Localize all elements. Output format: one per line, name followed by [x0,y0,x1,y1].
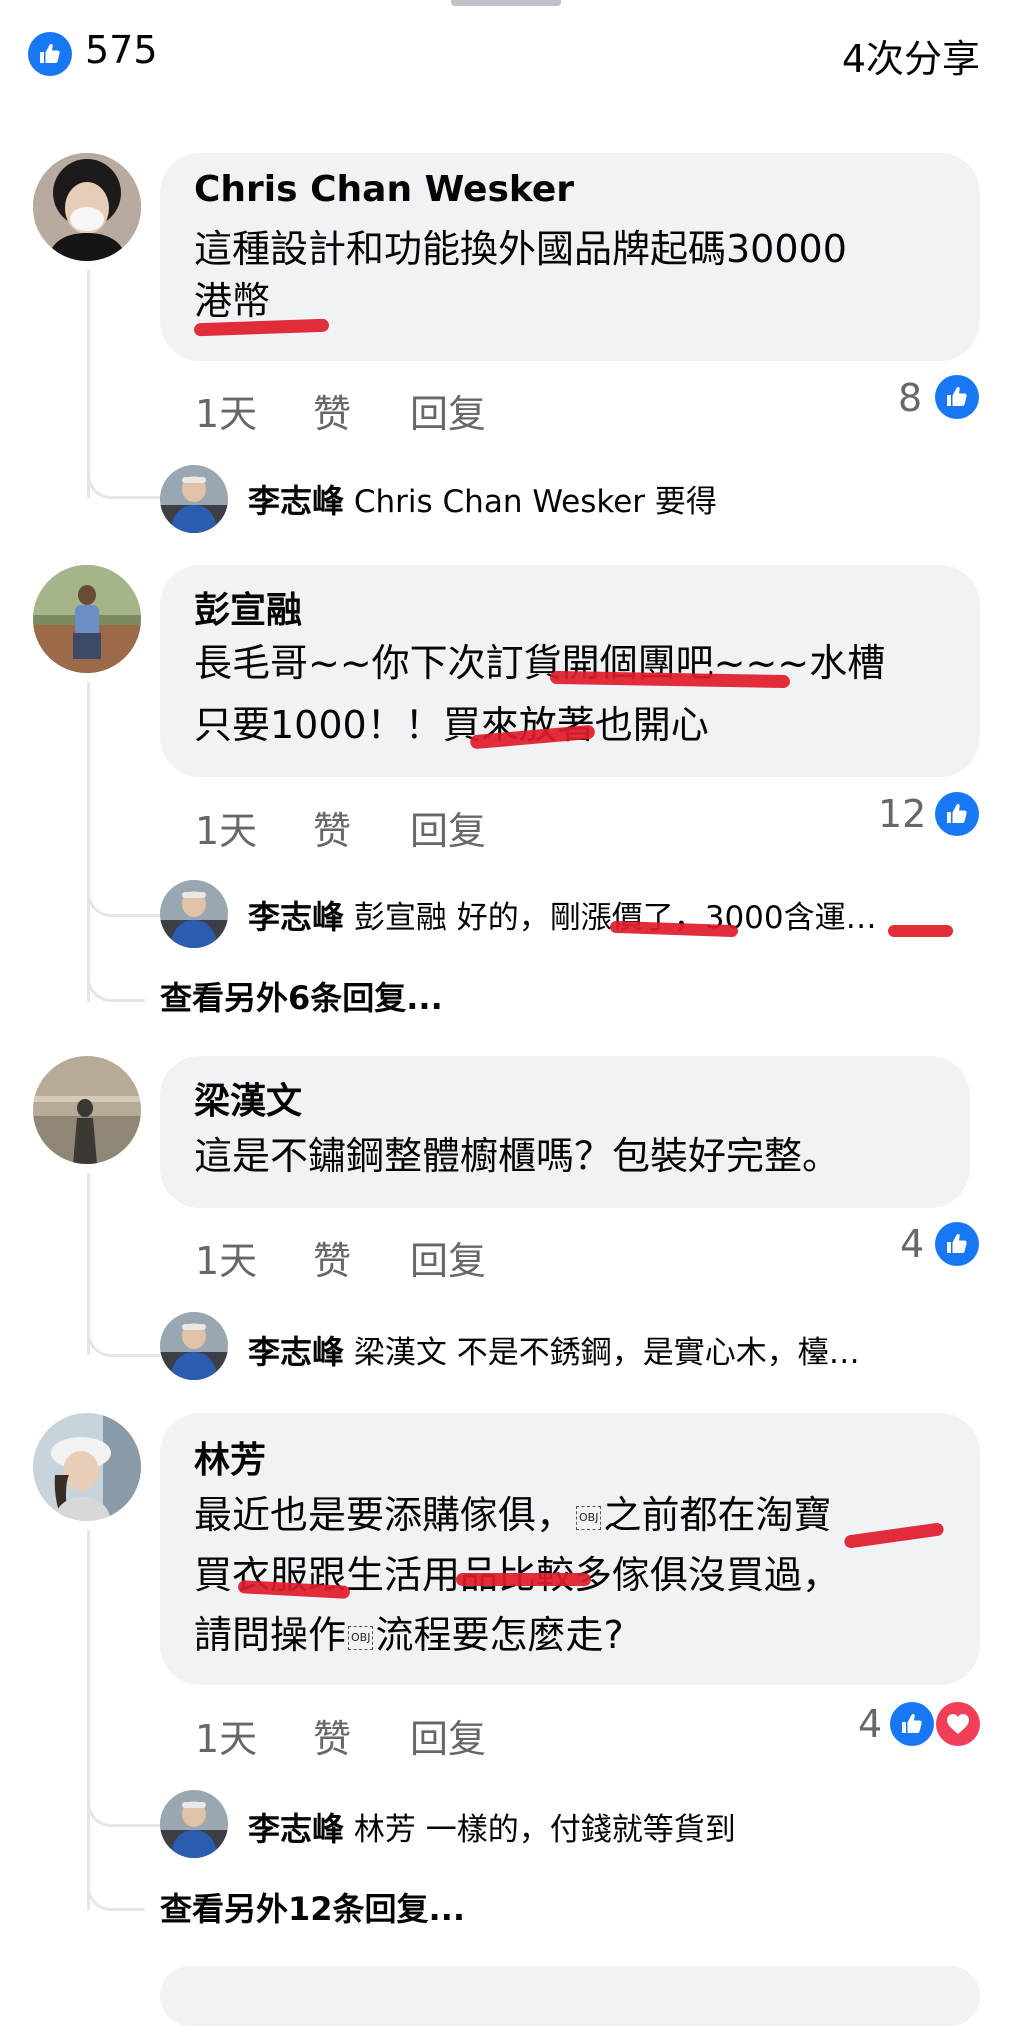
reply-preview[interactable]: 李志峰 林芳 一樣的，付錢就等貨到 [248,1804,736,1850]
comment-bubble[interactable]: 梁漢文 這是不鏽鋼整體櫥櫃嗎？包裝好完整。 [160,1056,970,1208]
avatar[interactable] [160,880,228,948]
redaction-mark [456,1573,591,1586]
comment-author[interactable]: Chris Chan Wesker [194,169,574,210]
comment-text-line: 這種設計和功能換外國品牌起碼30000 [194,227,847,271]
reply-button[interactable]: 回复 [410,800,486,855]
obj-placeholder: OBJ [576,1505,602,1530]
redaction-mark [888,925,953,937]
reply-author[interactable]: 李志峰 [248,1810,344,1848]
comment-like-count[interactable]: 4 [858,1702,882,1746]
comment-time: 1天 [195,392,258,436]
reply-preview[interactable]: 李志峰 Chris Chan Wesker 要得 [248,476,717,522]
reaction-like-icon [28,32,72,80]
comment-text-line: 這是不鏽鋼整體櫥櫃嗎？包裝好完整。 [194,1134,841,1178]
reply-author[interactable]: 李志峰 [248,1333,344,1371]
thread-line [87,682,90,1002]
comment-time: 1天 [195,1239,258,1283]
share-count[interactable]: 4次分享 [842,28,980,83]
reply-button[interactable]: 回复 [410,1708,486,1763]
like-button[interactable]: 赞 [313,1708,351,1763]
like-button[interactable]: 赞 [313,1230,351,1285]
comment-bubble[interactable]: 彭宣融 長毛哥~~你下次訂貨開個團吧~~~水槽 只要1000！！買來放著也開心 [160,565,980,777]
avatar[interactable] [160,1312,228,1380]
reply-connector [87,880,160,917]
like-button[interactable]: 赞 [313,800,351,855]
sheet-grabber[interactable] [451,0,561,6]
like-button[interactable]: 赞 [313,383,351,438]
comment-time: 1天 [195,809,258,853]
reply-text: 林芳 一樣的，付錢就等貨到 [353,1812,736,1848]
reply-preview[interactable]: 李志峰 彭宣融 好的，剛漲價了，3000含運… [248,892,877,938]
like-icon [935,1222,979,1270]
comment-text-line: 港幣 [194,279,271,323]
comment-text-line: 只要1000！！買來放著也開心 [194,703,709,747]
thread-line [87,1530,90,1910]
like-icon [28,32,72,76]
more-replies-connector [87,965,145,1002]
comment-author[interactable]: 梁漢文 [194,1072,302,1124]
obj-placeholder: OBJ [348,1625,374,1650]
comment-time: 1天 [195,1717,258,1761]
comment-author[interactable]: 彭宣融 [194,581,302,633]
next-comment-bubble[interactable] [160,1966,980,2026]
like-icon [935,792,979,840]
like-icon [935,375,979,423]
avatar[interactable] [160,1790,228,1858]
reply-text: Chris Chan Wesker 要得 [353,484,717,520]
heart-icon [936,1702,980,1750]
reply-text: 梁漢文 不是不銹鋼，是實心木，檯… [353,1335,860,1371]
reply-button[interactable]: 回复 [410,383,486,438]
avatar[interactable] [33,1056,141,1164]
reply-connector [87,1790,160,1827]
comment-like-count[interactable]: 8 [898,376,922,420]
reply-button[interactable]: 回复 [410,1230,486,1285]
comment-bubble[interactable]: Chris Chan Wesker 這種設計和功能換外國品牌起碼30000 港幣 [160,153,980,361]
comment-text-line: 最近也是要添購傢俱， OBJ 之前都在淘寶 [194,1493,832,1537]
comment-author[interactable]: 林芳 [194,1431,266,1483]
comment-like-count[interactable]: 4 [900,1222,924,1266]
comment-text-line: 請問操作 OBJ 流程要怎麼走? [194,1613,624,1657]
reaction-count[interactable]: 575 [85,28,158,72]
reply-author[interactable]: 李志峰 [248,482,344,520]
avatar[interactable] [160,465,228,533]
like-icon [890,1702,934,1750]
avatar[interactable] [33,1413,141,1521]
view-more-replies[interactable]: 查看另外12条回复... [160,1884,465,1930]
avatar[interactable] [33,565,141,673]
redaction-mark [843,1522,945,1549]
more-replies-connector [87,1874,145,1911]
comment-like-count[interactable]: 12 [878,792,926,836]
comment-bubble[interactable]: 林芳 最近也是要添購傢俱，OBJ之前都在淘寶 買衣服跟生活用品比較多傢俱沒買過，… [160,1413,980,1685]
view-more-replies[interactable]: 查看另外6条回复... [160,973,443,1019]
reply-preview[interactable]: 李志峰 梁漢文 不是不銹鋼，是實心木，檯… [248,1327,860,1373]
avatar[interactable] [33,153,141,261]
reply-connector [87,460,160,499]
reply-author[interactable]: 李志峰 [248,898,344,936]
reply-connector [87,1318,160,1357]
